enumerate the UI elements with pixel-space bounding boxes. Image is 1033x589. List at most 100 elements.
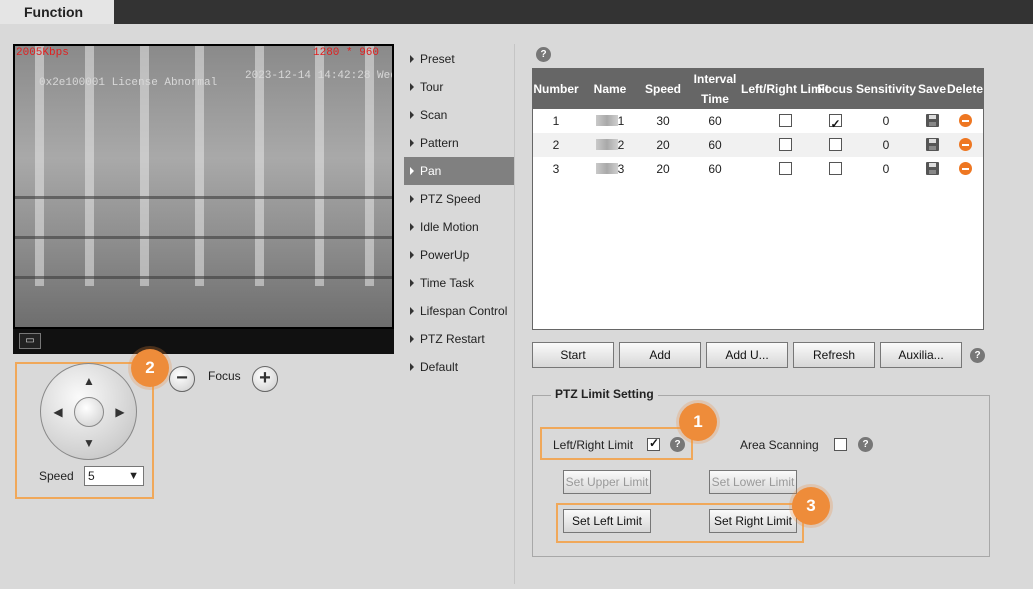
menu-item-pattern[interactable]: Pattern [404,129,514,157]
delete-icon[interactable] [958,138,972,151]
arrow-down-icon[interactable]: ▼ [82,436,96,450]
help-icon[interactable]: ? [670,437,685,452]
set-lower-limit-button[interactable]: Set Lower Limit [709,470,797,494]
focus-checkbox[interactable] [828,112,842,136]
cell-sensitivity: 0 [882,114,890,128]
speed-select[interactable]: 5 ▼ [84,466,144,486]
speed-value: 5 [88,469,95,483]
name-suffix: 2 [617,138,625,152]
resolution-overlay: 1280 * 960 [313,47,380,59]
tab-function[interactable]: Function [0,0,114,24]
window-mode-icon[interactable]: ▭ [19,333,41,349]
callout-badge-3: 3 [792,487,830,525]
function-menu: Preset Tour Scan Pattern Pan PTZ Speed Idle Mo… [404,45,514,381]
cell-delete [947,157,983,181]
cell-number: 1 [552,114,560,128]
speed-label: Speed [39,469,74,483]
arrow-up-icon[interactable]: ▲ [82,374,96,388]
limit-checkbox[interactable] [778,114,792,127]
cell-speed: 30 [656,114,670,128]
add-button[interactable]: Add [619,342,701,368]
save-icon[interactable] [925,138,939,151]
menu-item-ptz-restart[interactable]: PTZ Restart [404,325,514,353]
cell-speed: 20 [656,138,670,152]
focus-label: Focus [208,369,241,383]
menu-item-preset[interactable]: Preset [404,45,514,73]
area-scanning-checkbox[interactable] [834,438,847,451]
table-row[interactable]: 1 1 30 60 0 [533,109,983,136]
menu-item-powerup[interactable]: PowerUp [404,241,514,269]
focus-minus-button[interactable]: − [169,366,195,392]
dpad-center-button[interactable] [74,397,104,427]
menu-item-pan[interactable]: Pan [404,157,514,185]
cell-sensitivity: 0 [882,138,890,152]
help-icon[interactable]: ? [858,437,873,452]
cell-interval: 60 [708,114,722,128]
cell-number: 2 [552,138,560,152]
name-suffix: 3 [617,162,625,176]
name-suffix: 1 [617,114,625,128]
cell-focus [813,109,857,136]
video-toolbar: ▭ [13,329,394,354]
table-row[interactable]: 2 2 20 60 0 [533,133,983,157]
limit-checkbox[interactable] [778,162,792,175]
delete-icon[interactable] [958,114,972,127]
set-left-limit-button[interactable]: Set Left Limit [563,509,651,533]
focus-checkbox[interactable] [828,162,842,175]
col-number: Number [533,82,579,96]
cell-interval: 60 [708,138,722,152]
menu-item-ptz-speed[interactable]: PTZ Speed [404,185,514,213]
refresh-button[interactable]: Refresh [793,342,875,368]
cell-sensitivity: 0 [882,162,890,176]
menu-item-tour[interactable]: Tour [404,73,514,101]
lr-limit-checkbox[interactable] [647,436,660,451]
cell-delete [947,133,983,157]
cell-focus [813,157,857,181]
cell-save [915,109,949,133]
area-scanning-label: Area Scanning [740,438,819,452]
focus-plus-button[interactable]: + [252,366,278,392]
callout-badge-1: 1 [679,403,717,441]
bitrate-overlay: 2005Kbps [16,47,69,59]
help-icon[interactable]: ? [970,348,985,363]
direction-pad[interactable]: ▲ ▼ ◀ ▶ [40,363,137,460]
redacted-name [595,139,618,150]
col-speed: Speed [644,82,681,96]
top-bar [0,0,1033,24]
table-row[interactable]: 3 3 20 60 0 [533,157,983,181]
arrow-right-icon[interactable]: ▶ [113,405,127,419]
col-sensitivity: Sensitivity [855,82,917,96]
menu-item-time-task[interactable]: Time Task [404,269,514,297]
thermal-image: 2005Kbps 1280 * 960 0x2e100001 License A… [15,46,392,327]
delete-icon[interactable] [958,162,972,175]
auxilia-button[interactable]: Auxilia... [880,342,962,368]
video-preview: 2005Kbps 1280 * 960 0x2e100001 License A… [13,44,394,354]
menu-item-scan[interactable]: Scan [404,101,514,129]
help-icon[interactable]: ? [536,47,551,62]
divider [514,44,515,584]
cell-focus [813,133,857,157]
save-icon[interactable] [925,114,939,127]
start-button[interactable]: Start [532,342,614,368]
cell-delete [947,109,983,133]
set-right-limit-button[interactable]: Set Right Limit [709,509,797,533]
set-upper-limit-button[interactable]: Set Upper Limit [563,470,651,494]
menu-item-default[interactable]: Default [404,353,514,381]
menu-item-lifespan-control[interactable]: Lifespan Control [404,297,514,325]
cell-save [915,133,949,157]
pan-table: Number Name Speed Interval Time Left/Rig… [532,68,984,330]
chevron-down-icon: ▼ [128,470,139,482]
arrow-left-icon[interactable]: ◀ [51,405,65,419]
focus-checkbox[interactable] [828,138,842,151]
save-icon[interactable] [925,162,939,175]
col-focus: Focus [817,82,853,96]
cell-interval: 60 [708,162,722,176]
col-name: Name [593,82,627,96]
menu-item-idle-motion[interactable]: Idle Motion [404,213,514,241]
cell-name: 3 [583,157,637,181]
timestamp-overlay: 2023-12-14 14:42:28 Wed [245,70,392,82]
add-u-button[interactable]: Add U... [706,342,788,368]
ptz-limit-legend: PTZ Limit Setting [551,387,658,401]
limit-checkbox[interactable] [778,138,792,151]
col-save: Save [917,82,947,96]
